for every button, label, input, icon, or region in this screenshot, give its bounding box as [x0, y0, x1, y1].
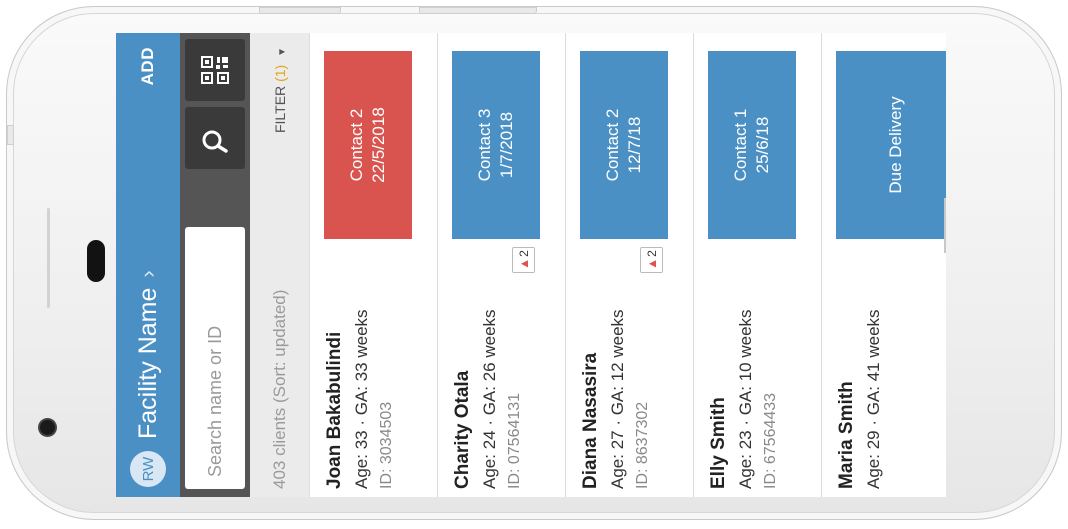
screen: RW Facility Name › ADD Search name or ID: [116, 33, 946, 497]
side-button: [7, 125, 14, 145]
warning-icon: ▲: [516, 257, 531, 270]
badge-date: 22/5/2018: [369, 107, 388, 183]
list-controls: 403 clients (Sort: updated) FILTER (1) ▼: [250, 33, 310, 497]
caret-down-icon: ▼: [276, 47, 288, 57]
badge-title: Contact 3: [475, 108, 494, 182]
warning-icon: ▲: [644, 257, 659, 270]
client-info: Diana Nasasira Age: 27 · GA: 12 weeks ID…: [580, 273, 652, 489]
list-item[interactable]: Joan Bakabulindi Age: 33 · GA: 33 weeks …: [310, 33, 438, 497]
scrollbar[interactable]: [944, 198, 946, 253]
client-meta: Age: 23 · GA: 10 weeks: [736, 309, 755, 489]
facility-switcher[interactable]: Facility Name ›: [134, 270, 163, 439]
client-info: Elly Smith Age: 23 · GA: 10 weeks ID: 67…: [708, 239, 780, 489]
search-button[interactable]: [185, 107, 245, 169]
client-meta: Age: 33 · GA: 33 weeks: [352, 309, 371, 489]
client-info: Charity Otala Age: 24 · GA: 26 weeks ID:…: [452, 273, 524, 489]
list-item[interactable]: Diana Nasasira Age: 27 · GA: 12 weeks ID…: [566, 33, 694, 497]
badge-title: Due Delivery: [886, 96, 905, 194]
client-name: Elly Smith: [708, 397, 729, 489]
client-name: Maria Smith: [836, 381, 857, 489]
speaker-grille: [87, 240, 105, 282]
client-id: ID: 3034503: [378, 401, 395, 489]
client-info: Maria Smith Age: 29 · GA: 41 weeks: [836, 239, 890, 489]
client-id: ID: 67564433: [762, 392, 779, 489]
client-name: Diana Nasasira: [580, 352, 601, 489]
client-id: ID: 07564131: [506, 392, 523, 489]
phone-groove: [47, 208, 50, 308]
app: RW Facility Name › ADD Search name or ID: [116, 33, 946, 497]
filter-label: FILTER: [271, 85, 288, 134]
list-item[interactable]: Maria Smith Age: 29 · GA: 41 weeks Due D…: [822, 33, 946, 497]
app-bar: RW Facility Name › ADD: [116, 33, 180, 497]
client-name: Joan Bakabulindi: [324, 331, 345, 489]
contact-badge[interactable]: Contact 3 1/7/2018: [452, 51, 540, 239]
badge-date: 12/7/18: [625, 116, 644, 174]
badge-title: Contact 1: [731, 108, 750, 182]
client-meta: Age: 29 · GA: 41 weeks: [864, 309, 883, 489]
volume-button: [259, 7, 341, 14]
client-list[interactable]: Joan Bakabulindi Age: 33 · GA: 33 weeks …: [310, 33, 946, 497]
alert-count: 2: [644, 250, 659, 257]
client-id: ID: 8637302: [634, 401, 651, 489]
due-delivery-badge[interactable]: Due Delivery: [836, 51, 946, 239]
client-count: 403 clients (Sort: updated): [269, 289, 289, 489]
contact-badge[interactable]: Contact 2 22/5/2018: [324, 51, 412, 239]
alert-badge: ▲ 2: [512, 247, 535, 273]
search-icon: [202, 130, 228, 153]
client-info: Joan Bakabulindi Age: 33 · GA: 33 weeks …: [324, 239, 396, 489]
add-button[interactable]: ADD: [138, 47, 158, 85]
badge-date: 25/6/18: [753, 116, 772, 174]
search-input[interactable]: Search name or ID: [185, 227, 245, 489]
alert-badge: ▲ 2: [640, 247, 663, 273]
badge-title: Contact 2: [603, 108, 622, 182]
qr-scan-button[interactable]: [185, 39, 245, 101]
badge-title: Contact 2: [347, 108, 366, 182]
client-meta: Age: 24 · GA: 26 weeks: [480, 309, 499, 489]
list-item[interactable]: Charity Otala Age: 24 · GA: 26 weeks ID:…: [438, 33, 566, 497]
filter-button[interactable]: FILTER (1) ▼: [272, 47, 288, 133]
facility-name: Facility Name: [133, 287, 162, 439]
camera-icon: [40, 420, 55, 435]
client-name: Charity Otala: [452, 370, 473, 489]
search-toolbar: Search name or ID: [180, 33, 250, 497]
client-meta: Age: 27 · GA: 12 weeks: [608, 309, 627, 489]
chevron-down-icon: ›: [135, 270, 160, 278]
contact-badge[interactable]: Contact 2 12/7/18: [580, 51, 668, 239]
power-button: [419, 7, 537, 14]
alert-count: 2: [516, 250, 531, 257]
avatar[interactable]: RW: [130, 451, 166, 487]
list-item[interactable]: Elly Smith Age: 23 · GA: 10 weeks ID: 67…: [694, 33, 822, 497]
badge-date: 1/7/2018: [497, 111, 516, 179]
contact-badge[interactable]: Contact 1 25/6/18: [708, 51, 796, 239]
qr-code-icon: [201, 56, 229, 84]
filter-count: (1): [271, 64, 288, 82]
